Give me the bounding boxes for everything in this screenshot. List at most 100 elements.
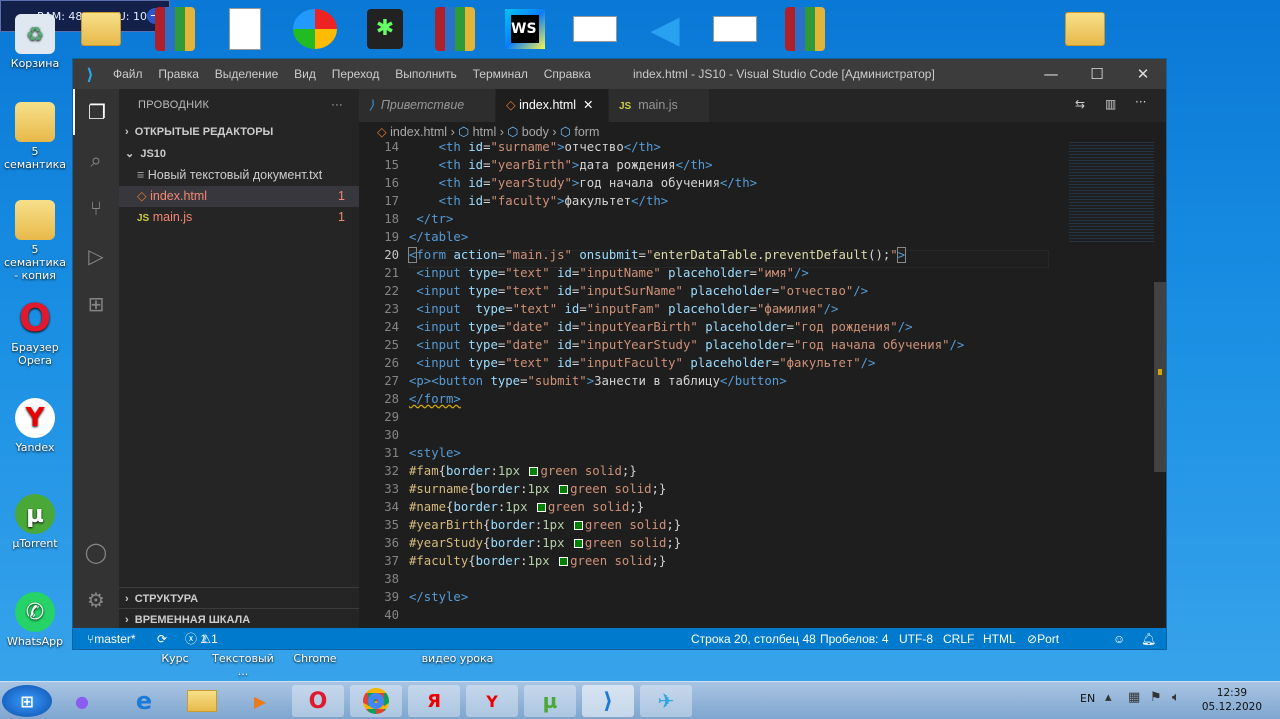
breadcrumb-item[interactable]: index.html bbox=[390, 125, 447, 139]
minimap[interactable] bbox=[1069, 142, 1166, 628]
code-line: #faculty{border:1px green solid;} bbox=[409, 554, 667, 568]
menu-terminal[interactable]: Терминал bbox=[473, 67, 528, 81]
vscode-icon[interactable]: ◀ bbox=[642, 6, 688, 52]
live-server[interactable]: ⊘ Port : 5500 bbox=[1027, 628, 1059, 649]
open-editors-section[interactable]: › ОТКРЫТЫЕ РЕДАКТОРЫ bbox=[119, 121, 359, 143]
volume-icon[interactable]: 🔈︎ bbox=[1172, 690, 1180, 705]
desktop-icon-folder[interactable]: 5 семантика bbox=[2, 102, 68, 171]
code-editor[interactable]: 14 15 16 17 18 19 20 21 22 23 24 25 26 2… bbox=[359, 142, 1154, 628]
menu-edit[interactable]: Правка bbox=[158, 67, 199, 81]
sync-icon[interactable]: ⟳ bbox=[157, 628, 167, 649]
more-actions-icon[interactable]: ··· bbox=[1135, 95, 1146, 109]
folder-section[interactable]: ⌄ JS10 bbox=[119, 143, 359, 165]
timeline-section[interactable]: › ВРЕМЕННАЯ ШКАЛА bbox=[119, 608, 359, 630]
split-editor-icon[interactable]: ▥ bbox=[1105, 97, 1116, 111]
chrome-icon[interactable] bbox=[350, 685, 402, 717]
folder-icon[interactable] bbox=[1062, 6, 1108, 52]
winrar-archive-icon[interactable] bbox=[152, 6, 198, 52]
line-number: 19 bbox=[384, 230, 399, 244]
flag-icon[interactable]: ⚑ bbox=[1150, 690, 1162, 705]
tab-bar: ⟩ Приветствие ◇ index.html ✕ JS main.js … bbox=[359, 89, 1166, 122]
search-icon[interactable]: ⌕ bbox=[73, 137, 119, 183]
yandex-icon[interactable]: Y bbox=[466, 685, 518, 717]
file-item-index-html[interactable]: ◇ index.html 1 bbox=[119, 186, 359, 207]
utorrent-taskbar-icon[interactable]: µ bbox=[524, 685, 576, 717]
menu-go[interactable]: Переход bbox=[332, 67, 380, 81]
warning-marker bbox=[1158, 369, 1162, 375]
problems-indicator[interactable]: ⓧ 1 ⚠ 1 bbox=[185, 628, 218, 649]
cursor-position[interactable]: Строка 20, столбец 48 bbox=[691, 628, 816, 649]
line-ending[interactable]: CRLF bbox=[943, 628, 974, 649]
telegram-icon[interactable]: ✈ bbox=[640, 685, 692, 717]
desktop-icon-folder-copy[interactable]: 5 семантика - копия bbox=[2, 200, 68, 282]
maximize-icon[interactable]: ☐ bbox=[1074, 59, 1120, 89]
tab-index-html[interactable]: ◇ index.html ✕ bbox=[496, 89, 608, 122]
close-tab-icon[interactable]: ✕ bbox=[583, 98, 593, 112]
minimize-icon[interactable]: — bbox=[1028, 59, 1074, 89]
menu-file[interactable]: Файл bbox=[113, 67, 143, 81]
code-line: <th id="faculty">факультет</th> bbox=[438, 194, 669, 208]
alice-icon[interactable]: ● bbox=[56, 685, 108, 717]
webstorm-icon[interactable]: WS bbox=[502, 6, 548, 52]
account-icon[interactable]: ◯ bbox=[73, 529, 119, 575]
code-line: <style> bbox=[409, 446, 461, 460]
breadcrumb-item[interactable]: form bbox=[574, 125, 599, 139]
menu-selection[interactable]: Выделение bbox=[215, 67, 279, 81]
spider-app-icon[interactable]: ✱ bbox=[362, 6, 408, 52]
desktop-icon-yandex[interactable]: Y Yandex bbox=[2, 398, 68, 454]
window-thumbnail-icon[interactable] bbox=[712, 6, 758, 52]
breadcrumb-item[interactable]: html bbox=[473, 125, 497, 139]
desktop-icon-whatsapp[interactable]: ✆ WhatsApp bbox=[2, 592, 68, 648]
explorer-taskbar-icon[interactable] bbox=[176, 685, 228, 717]
bell-icon[interactable]: 🔔︎ bbox=[1141, 628, 1156, 649]
breadcrumb-item[interactable]: body bbox=[522, 125, 549, 139]
desktop-label[interactable]: Текстовый ... bbox=[208, 652, 278, 678]
extensions-icon[interactable]: ⊞ bbox=[73, 281, 119, 327]
desktop-label[interactable]: Chrome bbox=[285, 652, 345, 665]
line-number: 29 bbox=[384, 410, 399, 424]
language-mode[interactable]: HTML bbox=[983, 628, 1016, 649]
indentation[interactable]: Пробелов: 4 bbox=[820, 628, 889, 649]
file-item-main-js[interactable]: JS main.js 1 bbox=[119, 207, 359, 228]
run-debug-icon[interactable]: ▷ bbox=[73, 233, 119, 279]
color-app-icon[interactable] bbox=[292, 6, 338, 52]
scrollbar-thumb[interactable] bbox=[1154, 282, 1166, 472]
open-changes-icon[interactable]: ⇆ bbox=[1075, 97, 1085, 111]
close-icon[interactable]: ✕ bbox=[1120, 59, 1166, 89]
line-number: 32 bbox=[384, 464, 399, 478]
tab-main-js[interactable]: JS main.js bbox=[609, 89, 709, 122]
menu-run[interactable]: Выполнить bbox=[395, 67, 457, 81]
explorer-icon[interactable]: ❐ bbox=[73, 89, 119, 135]
menu-help[interactable]: Справка bbox=[544, 67, 591, 81]
branch-indicator[interactable]: ⑂ master* bbox=[87, 628, 136, 649]
file-item-txt[interactable]: ≡ Новый текстовый документ.txt bbox=[119, 165, 359, 186]
winrar-archive-icon[interactable] bbox=[782, 6, 828, 52]
media-player-icon[interactable]: ▶ bbox=[234, 685, 286, 717]
window-thumbnail-icon[interactable] bbox=[572, 6, 618, 52]
start-button[interactable]: ⊞ bbox=[2, 685, 52, 717]
desktop-icon-utorrent[interactable]: µ μTorrent bbox=[2, 494, 68, 550]
language-indicator[interactable]: EN bbox=[1080, 692, 1095, 705]
feedback-icon[interactable]: ☺ bbox=[1113, 628, 1125, 649]
yandex-browser-icon[interactable]: Я bbox=[408, 685, 460, 717]
desktop-icon-recycle-bin[interactable]: ♻ Корзина bbox=[2, 14, 68, 70]
outline-section[interactable]: › СТРУКТУРА bbox=[119, 587, 359, 609]
clock[interactable]: 12:39 05.12.2020 bbox=[1202, 686, 1262, 714]
gear-icon[interactable]: ⚙ bbox=[73, 577, 119, 623]
tab-welcome[interactable]: ⟩ Приветствие bbox=[359, 89, 495, 122]
network-icon[interactable]: ▦ bbox=[1128, 690, 1140, 705]
document-icon[interactable] bbox=[222, 6, 268, 52]
desktop-label[interactable]: Курс bbox=[150, 652, 200, 665]
winrar-archive-icon[interactable] bbox=[432, 6, 478, 52]
desktop-label[interactable]: видео урока bbox=[420, 652, 495, 665]
opera-taskbar-icon[interactable]: O bbox=[292, 685, 344, 717]
encoding[interactable]: UTF-8 bbox=[899, 628, 933, 649]
more-actions-icon[interactable]: ··· bbox=[331, 89, 343, 121]
tray-expand-icon[interactable]: ▴ bbox=[1105, 690, 1112, 705]
ie-icon[interactable]: e bbox=[118, 685, 170, 717]
folder-icon[interactable] bbox=[78, 6, 124, 52]
menu-view[interactable]: Вид bbox=[294, 67, 316, 81]
vscode-taskbar-icon[interactable]: ⟩ bbox=[582, 685, 634, 717]
source-control-icon[interactable]: ⑂ bbox=[73, 185, 119, 231]
desktop-icon-opera[interactable]: O Браузер Opera bbox=[2, 298, 68, 368]
